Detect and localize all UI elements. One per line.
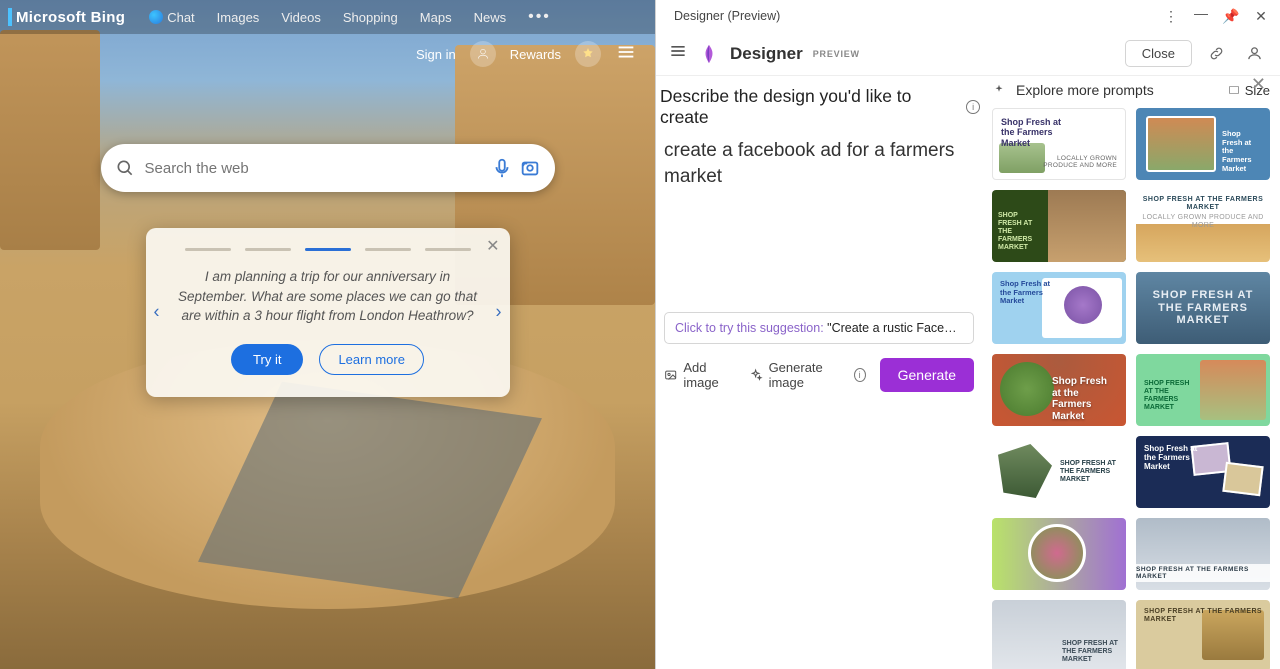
explore-prompts-link[interactable]: Explore more prompts: [1016, 82, 1154, 98]
promo-next-icon[interactable]: ›: [496, 302, 502, 323]
bing-logo[interactable]: Microsoft Bing: [8, 8, 125, 26]
bing-pane: Microsoft Bing Chat Images Videos Shoppi…: [0, 0, 655, 669]
generate-button[interactable]: Generate: [880, 358, 974, 392]
design-thumbnail[interactable]: Shop Fresh at the Farmers Market LOCALLY…: [992, 108, 1126, 180]
nav-maps[interactable]: Maps: [420, 10, 452, 25]
nav-shopping[interactable]: Shopping: [343, 10, 398, 25]
design-thumbnail[interactable]: SHOP FRESH AT THE FARMERS MARKET: [992, 436, 1126, 508]
promo-close-icon[interactable]: ✕: [486, 236, 499, 256]
promo-prev-icon[interactable]: ‹: [154, 302, 160, 323]
design-thumbnail[interactable]: SHOP FRESH AT THE FARMERS MARKET: [1136, 354, 1270, 426]
design-thumbnail[interactable]: Shop Fresh at the Farmers Market: [992, 272, 1126, 344]
promo-text: I am planning a trip for our anniversary…: [172, 267, 484, 326]
prompt-heading: Describe the design you'd like to create: [660, 86, 960, 128]
window-titlebar: Designer (Preview) ⋮ — 📌 ✕: [656, 0, 1280, 32]
window-title: Designer (Preview): [666, 9, 1162, 23]
design-thumbnail[interactable]: SHOP FRESH AT THE FARMERS MARKET: [1136, 518, 1270, 590]
add-image-button[interactable]: Add image: [664, 360, 735, 390]
search-bar: [101, 144, 555, 192]
design-thumbnail[interactable]: SHOP FRESH AT THE FARMERS MARKET: [992, 190, 1126, 262]
thumbnail-grid[interactable]: Shop Fresh at the Farmers Market LOCALLY…: [986, 100, 1280, 669]
design-thumbnail[interactable]: SHOP FRESH AT THE FARMERS MARKETLOCALLY …: [1136, 190, 1270, 262]
window-minimize-icon[interactable]: —: [1192, 5, 1210, 21]
app-name: Designer: [730, 44, 803, 64]
bing-sub-nav: Sign in Rewards: [0, 34, 655, 74]
designer-pane: Designer (Preview) ⋮ — 📌 ✕ Designer PREV…: [655, 0, 1280, 669]
sparkle-icon: [749, 367, 762, 383]
window-more-icon[interactable]: ⋮: [1162, 8, 1180, 25]
nav-chat[interactable]: Chat: [149, 10, 194, 25]
design-thumbnail[interactable]: SHOP FRESH AT THE FARMERS MARKET: [1136, 272, 1270, 344]
learn-more-button[interactable]: Learn more: [319, 344, 423, 375]
prompt-info-icon[interactable]: i: [966, 100, 980, 114]
designer-logo-icon: [698, 43, 720, 65]
size-icon: [1227, 83, 1241, 97]
rewards-badge-icon[interactable]: [575, 41, 601, 67]
image-search-icon[interactable]: [519, 157, 541, 179]
app-header: Designer PREVIEW Close: [656, 32, 1280, 76]
design-thumbnail[interactable]: Shop Fresh at the Farmers Market: [992, 354, 1126, 426]
design-thumbnail[interactable]: SHOP FRESH AT THE FARMERS MARKET: [1136, 600, 1270, 669]
gallery-column: ✕ Explore more prompts Size Shop Fresh a…: [986, 76, 1280, 669]
voice-search-icon[interactable]: [491, 157, 513, 179]
profile-icon[interactable]: [1240, 40, 1268, 68]
search-input[interactable]: [135, 160, 485, 177]
bing-top-nav: Microsoft Bing Chat Images Videos Shoppi…: [0, 0, 655, 34]
prompt-column: Describe the design you'd like to create…: [656, 76, 986, 669]
generate-image-info-icon[interactable]: i: [854, 368, 866, 382]
image-plus-icon: [664, 367, 677, 383]
design-thumbnail[interactable]: SHOP FRESH AT THE FARMERS MARKET: [992, 600, 1126, 669]
design-thumbnail[interactable]: Shop Fresh at the Farmers Market: [1136, 108, 1270, 180]
link-icon[interactable]: [1202, 40, 1230, 68]
try-it-button[interactable]: Try it: [231, 344, 303, 375]
rewards-link[interactable]: Rewards: [510, 47, 561, 62]
window-pin-icon[interactable]: 📌: [1222, 8, 1240, 25]
generate-image-button[interactable]: Generate image i: [749, 360, 865, 390]
nav-news[interactable]: News: [474, 10, 507, 25]
avatar-icon[interactable]: [470, 41, 496, 67]
chat-icon: [149, 10, 163, 24]
design-thumbnail[interactable]: Shop Fresh at the Farmers Market: [1136, 436, 1270, 508]
window-close-icon[interactable]: ✕: [1252, 8, 1270, 25]
search-icon: [115, 158, 135, 178]
suggestion-chip[interactable]: Click to try this suggestion: "Create a …: [664, 312, 974, 344]
promo-pagination[interactable]: [172, 248, 484, 251]
hamburger-menu-icon[interactable]: [615, 41, 637, 68]
design-thumbnail[interactable]: [992, 518, 1126, 590]
preview-tag: PREVIEW: [813, 49, 860, 59]
gallery-close-icon[interactable]: ✕: [1251, 76, 1266, 95]
menu-icon[interactable]: [668, 41, 688, 66]
nav-images[interactable]: Images: [217, 10, 260, 25]
nav-more-icon[interactable]: •••: [528, 8, 551, 26]
suggestion-text: "Create a rustic Faceboo...: [827, 321, 974, 335]
promo-card: ✕ ‹ › I am planning a trip for our anniv…: [146, 228, 510, 397]
signin-link[interactable]: Sign in: [416, 47, 456, 62]
suggestion-hint: Click to try this suggestion:: [675, 321, 827, 335]
sparkle-small-icon: [992, 83, 1006, 97]
close-button[interactable]: Close: [1125, 40, 1192, 67]
prompt-input[interactable]: [664, 138, 978, 308]
nav-videos[interactable]: Videos: [281, 10, 321, 25]
